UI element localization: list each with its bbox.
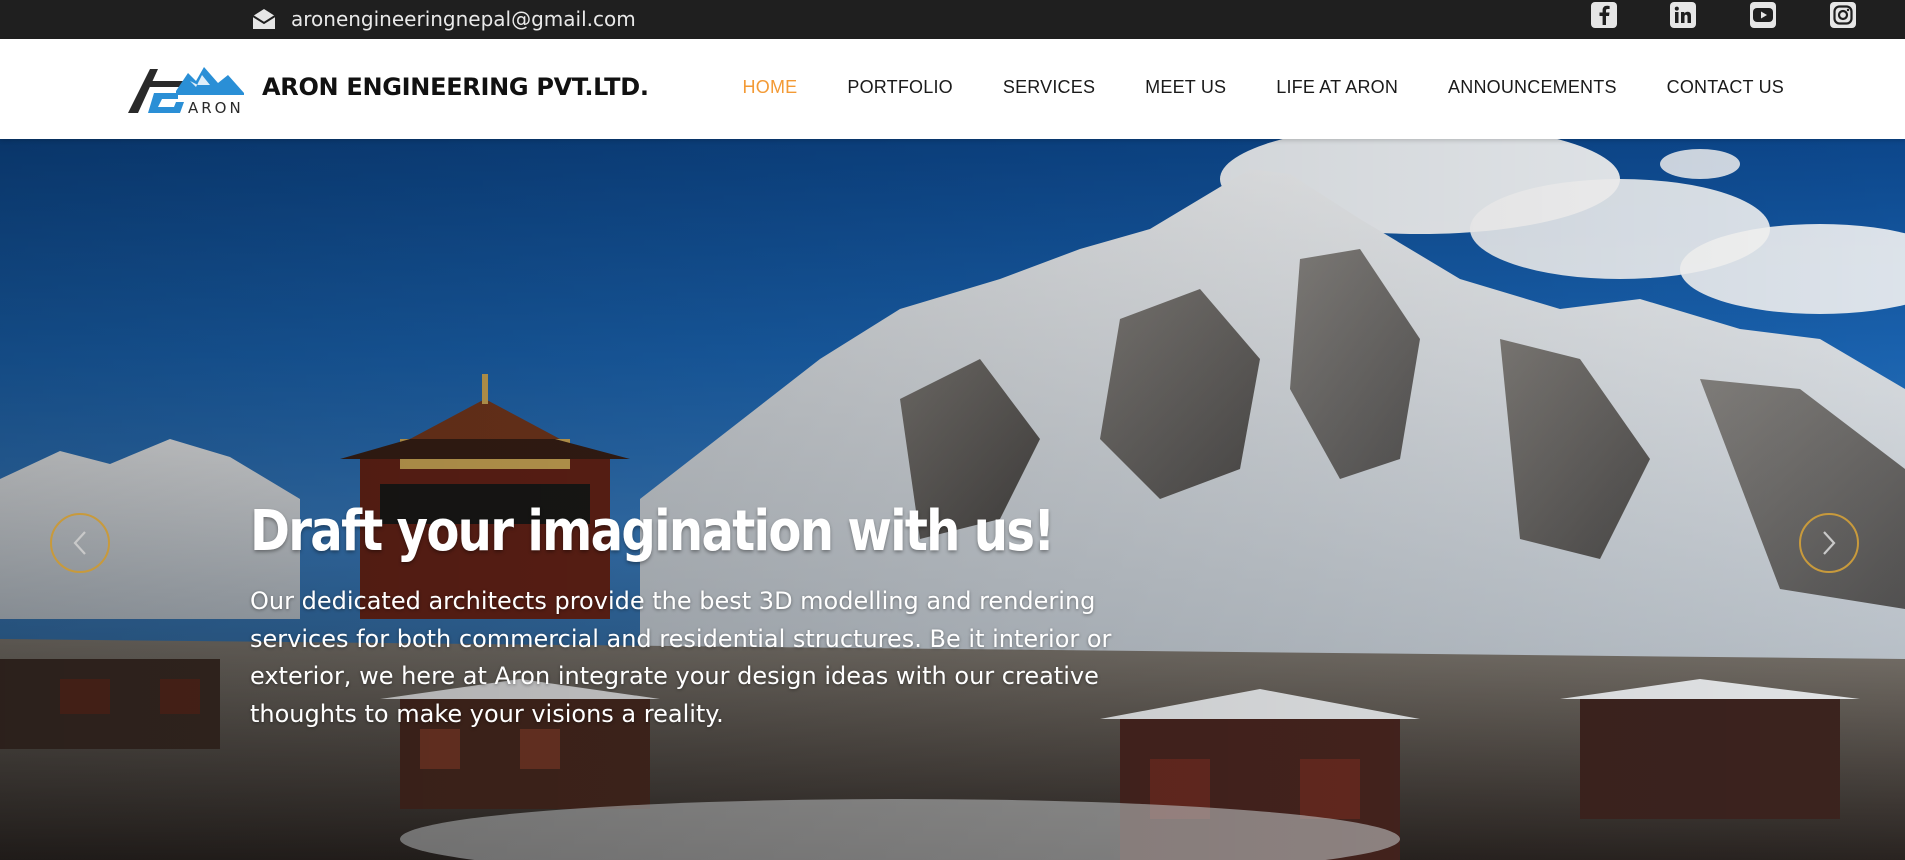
top-bar: aronengineeringnepal@gmail.com <box>0 0 1905 39</box>
contact-email[interactable]: aronengineeringnepal@gmail.com <box>251 4 636 34</box>
nav-services[interactable]: SERVICES <box>1003 77 1095 98</box>
brand-name[interactable]: ARON ENGINEERING PVT.LTD. <box>262 73 649 101</box>
chevron-left-icon <box>73 531 86 555</box>
site-header: ARON ARON ENGINEERING PVT.LTD. HOME PORT… <box>0 39 1905 139</box>
nav-life-at-aron[interactable]: LIFE AT ARON <box>1276 77 1398 98</box>
hero-slider: Draft your imagination with us! Our dedi… <box>0 139 1905 860</box>
nav-announcements[interactable]: ANNOUNCEMENTS <box>1448 77 1617 98</box>
youtube-icon[interactable] <box>1750 2 1776 28</box>
nav-contact-us[interactable]: CONTACT US <box>1667 77 1784 98</box>
chevron-right-icon <box>1823 531 1836 555</box>
main-nav: HOME PORTFOLIO SERVICES MEET US LIFE AT … <box>743 77 1784 98</box>
slider-next-button[interactable] <box>1799 513 1859 573</box>
aron-logo[interactable]: ARON <box>128 61 244 117</box>
envelope-icon <box>252 9 276 29</box>
nav-portfolio[interactable]: PORTFOLIO <box>847 77 953 98</box>
nav-home[interactable]: HOME <box>743 77 798 98</box>
instagram-icon[interactable] <box>1830 2 1856 28</box>
linkedin-icon[interactable] <box>1670 2 1696 28</box>
hero-title: Draft your imagination with us! <box>250 499 1055 564</box>
logo-text: ARON <box>188 99 244 117</box>
email-text: aronengineeringnepal@gmail.com <box>291 7 636 31</box>
facebook-icon[interactable] <box>1591 2 1617 28</box>
hero-description: Our dedicated architects provide the bes… <box>250 587 1112 728</box>
nav-meet-us[interactable]: MEET US <box>1145 77 1226 98</box>
slider-prev-button[interactable] <box>50 513 110 573</box>
